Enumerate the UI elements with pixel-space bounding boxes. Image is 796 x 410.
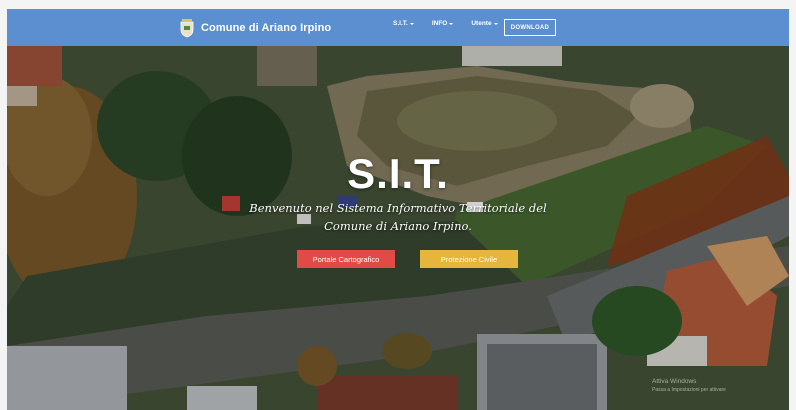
page-frame: Comune di Ariano Irpino S.I.T. INFO Uten…	[0, 0, 796, 410]
hero-button-row: Portale Cartografico Protezione Civile	[297, 250, 518, 268]
download-button[interactable]: DOWNLOAD	[504, 19, 556, 36]
municipal-crest-icon	[180, 18, 194, 37]
caret-down-icon	[409, 22, 414, 25]
nav-item-info-label: INFO	[431, 20, 448, 27]
activation-watermark: Attiva Windows Passa a Impostazioni per …	[652, 378, 726, 394]
nav-item-info[interactable]: INFO	[432, 20, 454, 27]
protezione-civile-button[interactable]: Protezione Civile	[420, 250, 518, 268]
nav-item-utente[interactable]: Utente	[471, 20, 498, 27]
watermark-line2: Passa a Impostazioni per attivare	[652, 387, 726, 393]
brand-name: Comune di Ariano Irpino	[201, 21, 332, 34]
hero-subtitle-line1: Benvenuto nel Sistema Informativo Territ…	[249, 201, 547, 215]
watermark-line1: Attiva Windows	[652, 378, 697, 385]
hero-title: S.I.T.	[347, 150, 449, 197]
hero-section: S.I.T. Benvenuto nel Sistema Informativo…	[7, 46, 789, 410]
hero-subtitle-line2: Comune di Ariano Irpino.	[324, 219, 472, 233]
top-navbar: Comune di Ariano Irpino S.I.T. INFO Uten…	[7, 9, 789, 46]
nav-item-sit[interactable]: S.I.T.	[393, 20, 414, 27]
nav-item-sit-label: S.I.T.	[393, 20, 408, 27]
nav-links: S.I.T. INFO Utente	[393, 20, 516, 27]
portale-cartografico-button[interactable]: Portale Cartografico	[297, 250, 395, 268]
caret-down-icon	[493, 22, 498, 25]
caret-down-icon	[449, 22, 454, 25]
nav-item-utente-label: Utente	[471, 20, 492, 27]
hero-subtitle: Benvenuto nel Sistema Informativo Territ…	[7, 199, 789, 235]
brand[interactable]: Comune di Ariano Irpino	[179, 14, 331, 41]
